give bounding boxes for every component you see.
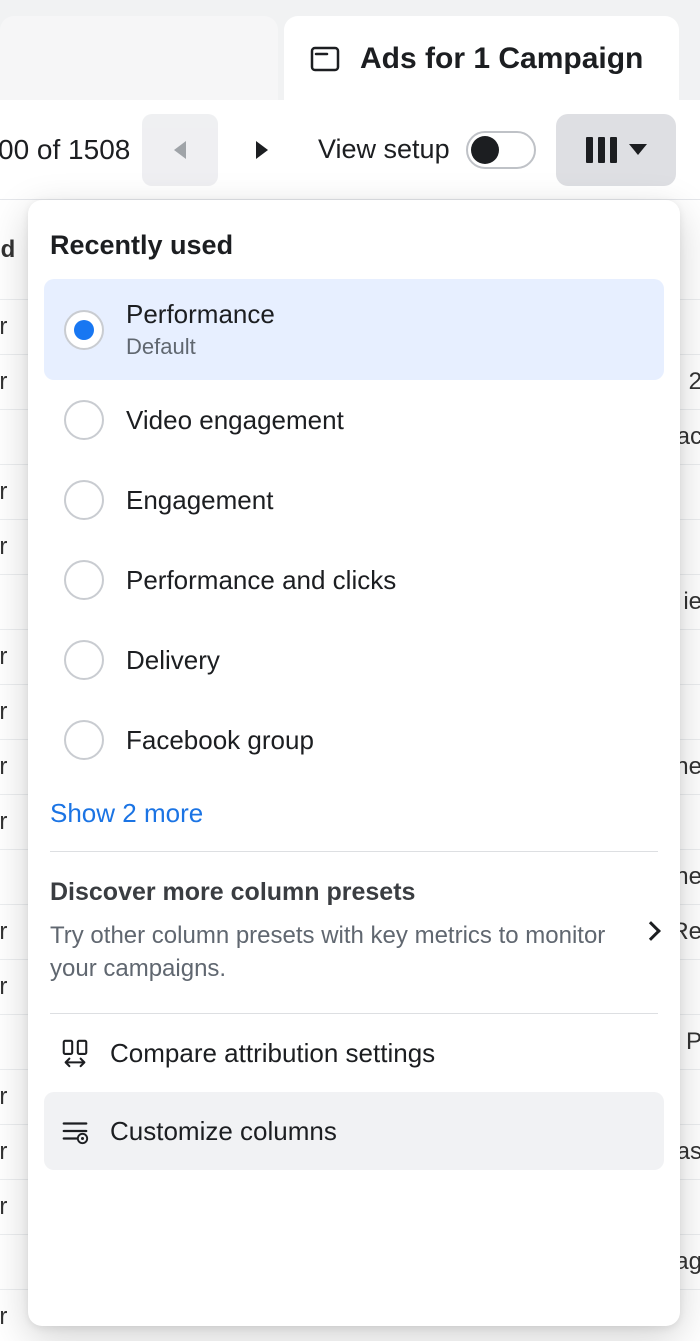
radio-icon [64, 310, 104, 350]
view-setup-label: View setup [318, 134, 450, 165]
chevron-left-icon [174, 141, 186, 159]
results-count: 00 of 1508 [0, 134, 130, 166]
radio-icon [64, 400, 104, 440]
row-left-fragment: ir [0, 698, 7, 726]
option-label: Delivery [126, 645, 220, 676]
view-setup: View setup [318, 131, 536, 169]
option-label: Performance [126, 299, 275, 330]
tab-previous[interactable] [0, 16, 278, 102]
row-left-fragment: ir [0, 753, 7, 781]
row-left-fragment: ir [0, 1083, 7, 1111]
option-label: Facebook group [126, 725, 314, 756]
recently-used-heading: Recently used [44, 224, 664, 279]
row-right-fragment: 2 [689, 368, 700, 396]
row-left-fragment: ir [0, 808, 7, 836]
customize-icon [58, 1114, 92, 1148]
column-preset-option[interactable]: Video engagement [44, 380, 664, 460]
header-fragment: ıd [0, 236, 15, 264]
row-left-fragment: ir [0, 643, 7, 671]
compare-attribution-row[interactable]: Compare attribution settings [44, 1014, 664, 1092]
column-preset-option[interactable]: Delivery [44, 620, 664, 700]
show-more-link[interactable]: Show 2 more [44, 780, 664, 851]
pager [142, 114, 300, 186]
compare-icon [58, 1036, 92, 1070]
chevron-right-icon [641, 921, 661, 941]
column-preset-option[interactable]: Facebook group [44, 700, 664, 780]
radio-icon [64, 720, 104, 760]
customize-columns-label: Customize columns [110, 1116, 337, 1147]
columns-dropdown-panel: Recently used Performance Default Video en… [28, 200, 680, 1326]
option-label: Performance and clicks [126, 565, 396, 596]
column-preset-option[interactable]: Performance and clicks [44, 540, 664, 620]
column-preset-option[interactable]: Performance Default [44, 279, 664, 380]
pager-next-button[interactable] [224, 114, 300, 186]
radio-icon [64, 640, 104, 680]
radio-icon [64, 480, 104, 520]
option-sublabel: Default [126, 334, 275, 360]
row-right-fragment: P [686, 1028, 700, 1056]
option-label: Video engagement [126, 405, 344, 436]
caret-down-icon [629, 144, 647, 155]
row-left-fragment: ir [0, 533, 7, 561]
row-left-fragment: ir [0, 1303, 7, 1331]
tab-title: Ads for 1 Campaign [360, 42, 643, 76]
column-preset-option[interactable]: Engagement [44, 460, 664, 540]
discover-title: Discover more column presets [50, 878, 632, 907]
customize-columns-row[interactable]: Customize columns [44, 1092, 664, 1170]
row-right-fragment: ie [683, 588, 700, 616]
option-label: Engagement [126, 485, 273, 516]
tab-bar: Ads for 1 Campaign [0, 0, 700, 100]
discover-presets-row[interactable]: Discover more column presets Try other c… [44, 852, 664, 1013]
toolbar: 00 of 1508 View setup [0, 100, 700, 200]
row-right-fragment: ac [677, 423, 700, 451]
chevron-right-icon [256, 141, 268, 159]
discover-description: Try other column presets with key metric… [50, 919, 632, 985]
row-left-fragment: ir [0, 478, 7, 506]
row-left-fragment: ir [0, 1138, 7, 1166]
view-setup-toggle[interactable] [466, 131, 536, 169]
window-icon [308, 42, 342, 76]
radio-icon [64, 560, 104, 600]
row-left-fragment: ir [0, 973, 7, 1001]
columns-icon [586, 137, 617, 163]
pager-prev-button[interactable] [142, 114, 218, 186]
row-left-fragment: ir [0, 1193, 7, 1221]
row-left-fragment: ir [0, 313, 7, 341]
tab-ads[interactable]: Ads for 1 Campaign [284, 16, 679, 102]
columns-button[interactable] [556, 114, 676, 186]
row-left-fragment: ir [0, 368, 7, 396]
compare-attribution-label: Compare attribution settings [110, 1038, 435, 1069]
row-left-fragment: ir [0, 918, 7, 946]
toggle-knob [471, 136, 499, 164]
row-right-fragment: as [677, 1138, 700, 1166]
